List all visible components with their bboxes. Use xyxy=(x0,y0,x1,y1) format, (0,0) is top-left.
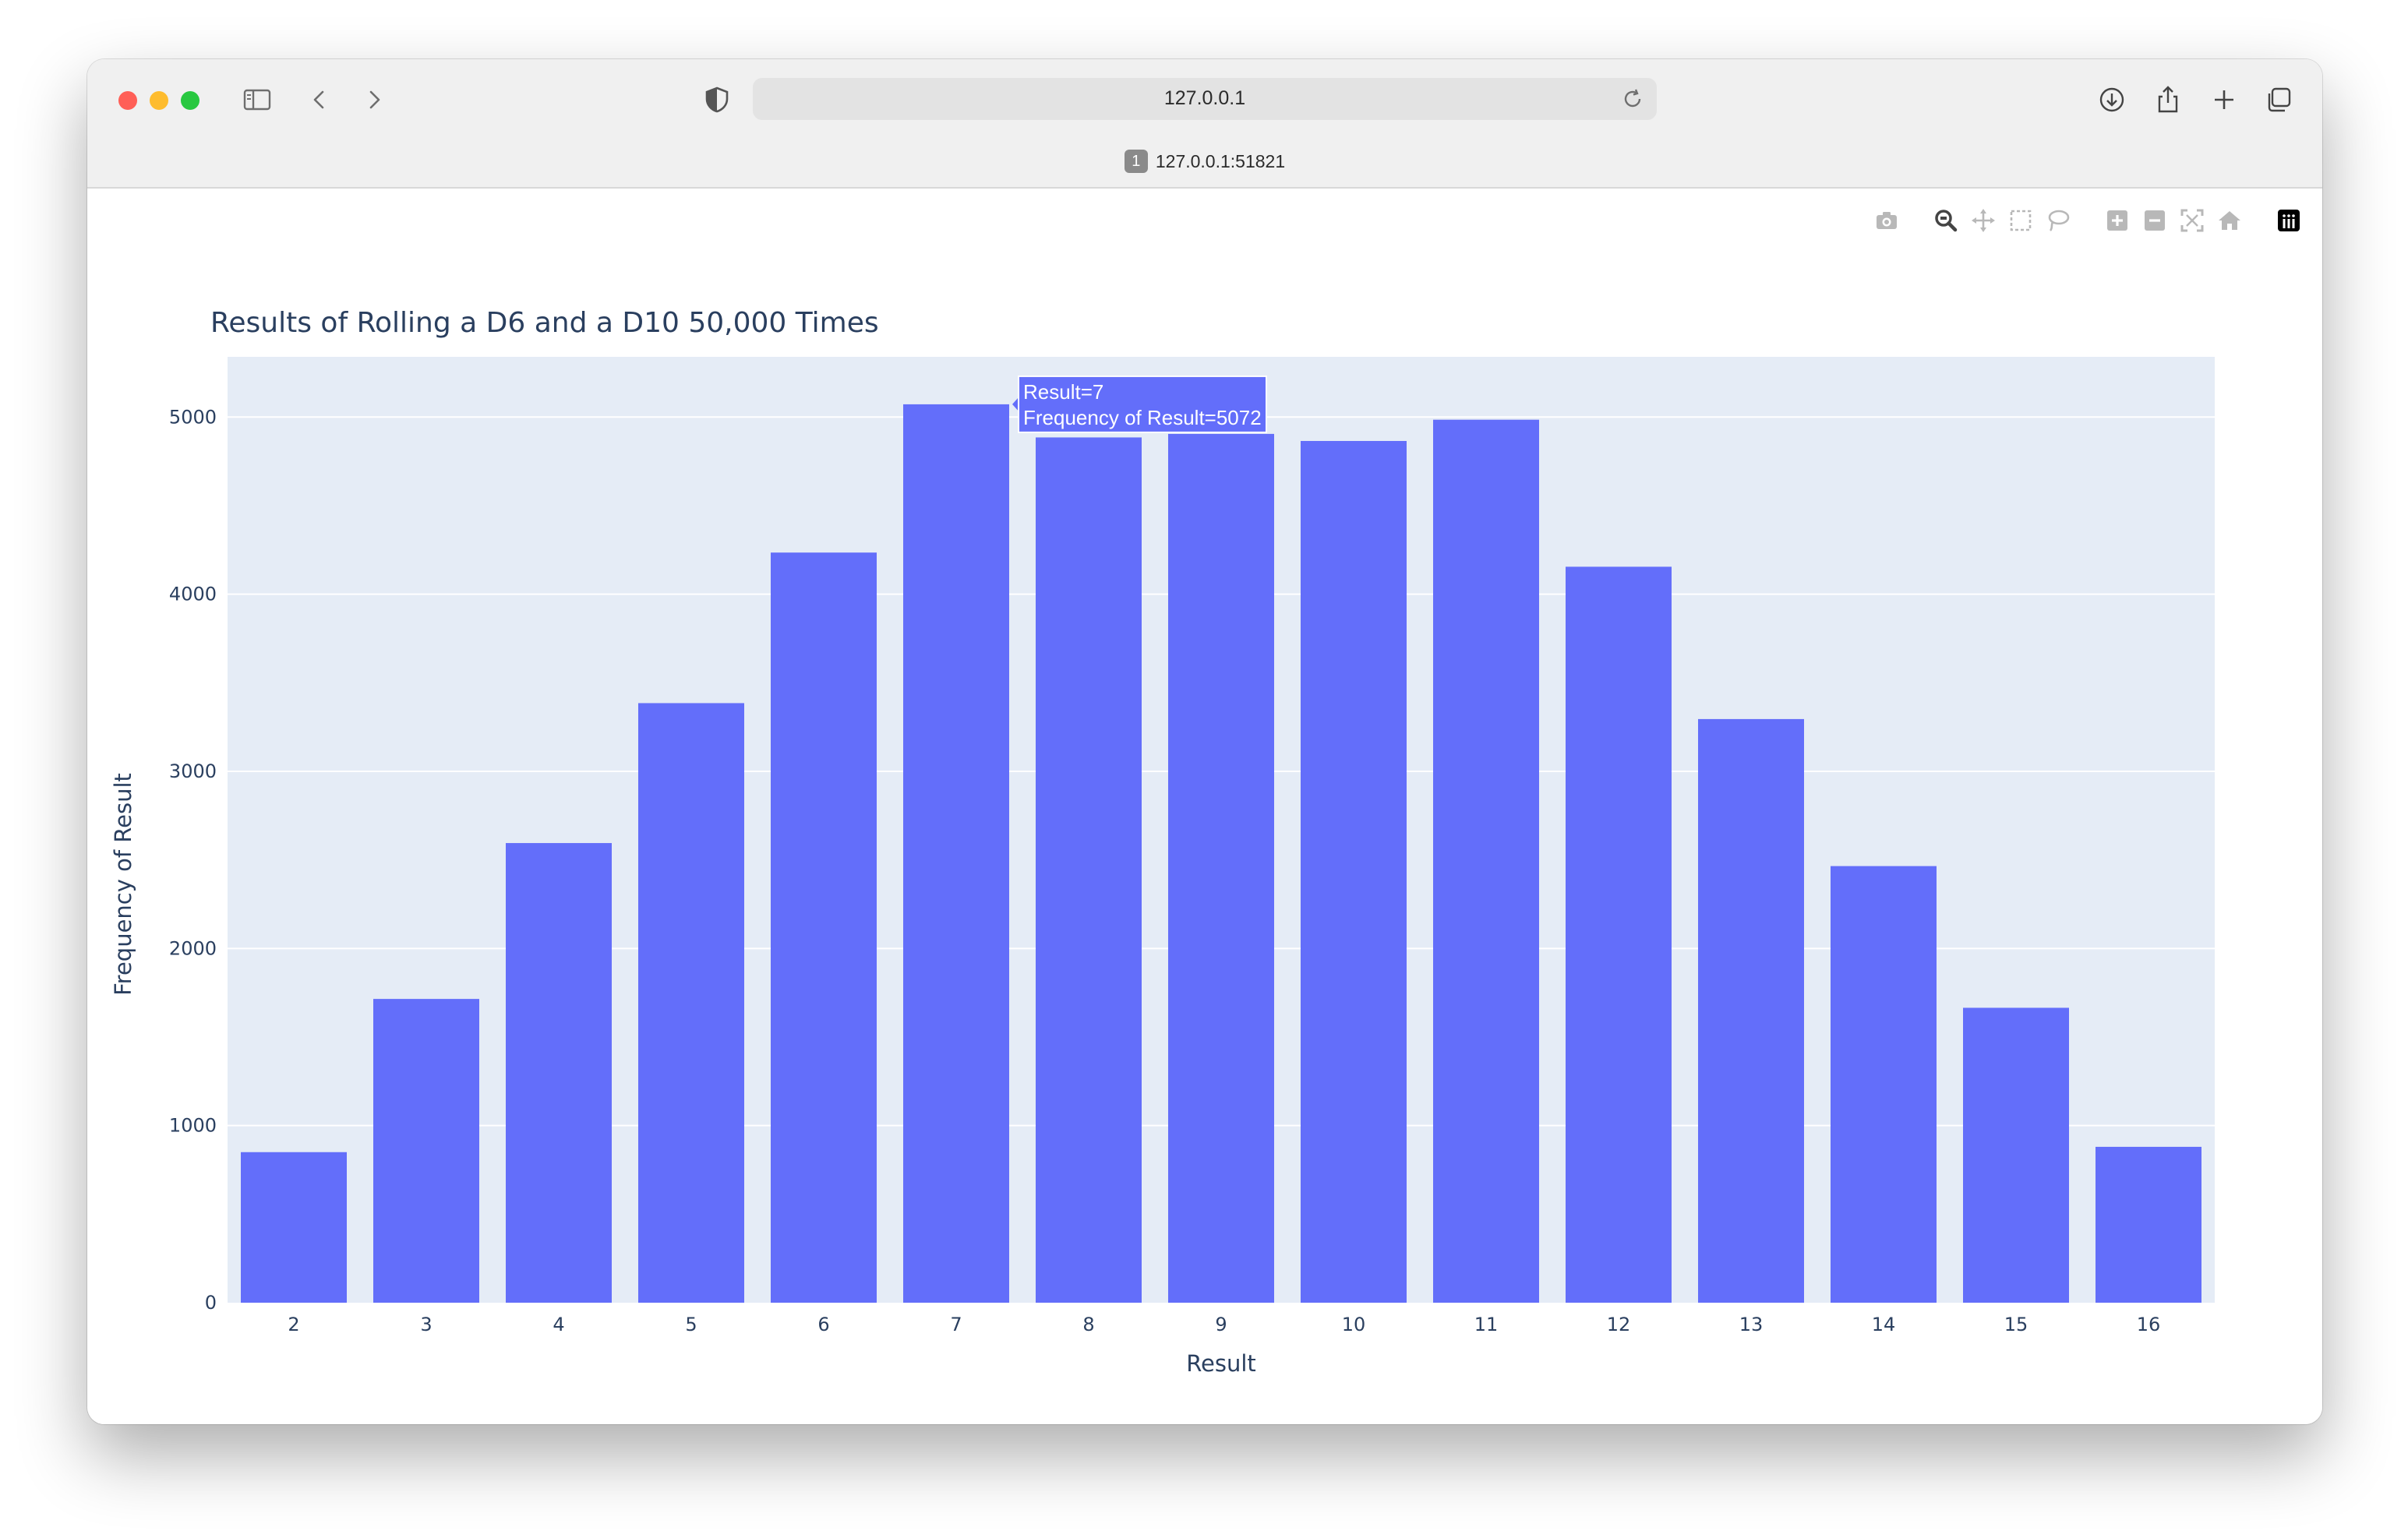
y-axis-ticks: 0 1000 2000 3000 4000 5000 xyxy=(169,406,217,1314)
tooltip-line-frequency: Frequency of Result=5072 xyxy=(1023,406,1262,429)
x-tick-label: 12 xyxy=(1607,1314,1631,1335)
bar-16[interactable] xyxy=(2096,1146,2201,1303)
bar-7[interactable] xyxy=(903,404,1009,1303)
y-tick-label: 5000 xyxy=(169,406,217,428)
y-tick-label: 3000 xyxy=(169,760,217,782)
x-axis-title: Result xyxy=(1186,1350,1256,1377)
bar-13[interactable] xyxy=(1698,718,1804,1303)
bar-2[interactable] xyxy=(241,1152,347,1303)
y-tick-label: 1000 xyxy=(169,1115,217,1137)
x-tick-label: 6 xyxy=(817,1314,829,1335)
bar-12[interactable] xyxy=(1566,566,1672,1303)
x-tick-label: 2 xyxy=(288,1314,299,1335)
x-axis-ticks: 2 3 4 5 6 7 8 9 10 11 12 13 14 15 16 xyxy=(288,1314,2160,1335)
bar-chart: 0 1000 2000 3000 4000 5000 2 3 4 5 6 7 8 9 10 11 12 13 14… xyxy=(110,357,2215,1377)
x-tick-label: 5 xyxy=(685,1314,697,1335)
bar-9[interactable] xyxy=(1168,433,1274,1303)
x-tick-label: 7 xyxy=(950,1314,962,1335)
x-tick-label: 15 xyxy=(2004,1314,2028,1335)
tooltip-line-result: Result=7 xyxy=(1023,380,1103,404)
bar-5[interactable] xyxy=(638,703,744,1303)
bar-11[interactable] xyxy=(1433,419,1539,1303)
x-tick-label: 13 xyxy=(1739,1314,1764,1335)
bar-14[interactable] xyxy=(1831,866,1937,1303)
x-tick-label: 4 xyxy=(553,1314,564,1335)
y-tick-label: 4000 xyxy=(169,584,217,605)
x-tick-label: 14 xyxy=(1872,1314,1896,1335)
y-axis-title: Frequency of Result xyxy=(110,773,136,996)
x-tick-label: 16 xyxy=(2137,1314,2161,1335)
x-tick-label: 11 xyxy=(1474,1314,1499,1335)
x-tick-label: 9 xyxy=(1215,1314,1227,1335)
bar-6[interactable] xyxy=(771,552,877,1303)
x-tick-label: 8 xyxy=(1082,1314,1094,1335)
y-tick-label: 2000 xyxy=(169,937,217,959)
bar-15[interactable] xyxy=(1963,1007,2069,1303)
bar-10[interactable] xyxy=(1301,440,1407,1303)
y-tick-label: 0 xyxy=(205,1292,217,1314)
bar-8[interactable] xyxy=(1036,437,1142,1303)
bar-4[interactable] xyxy=(506,843,612,1303)
bar-3[interactable] xyxy=(373,999,479,1303)
hover-tooltip: Result=7 Frequency of Result=5072 xyxy=(1012,375,1267,433)
x-tick-label: 10 xyxy=(1342,1314,1366,1335)
x-tick-label: 3 xyxy=(420,1314,432,1335)
